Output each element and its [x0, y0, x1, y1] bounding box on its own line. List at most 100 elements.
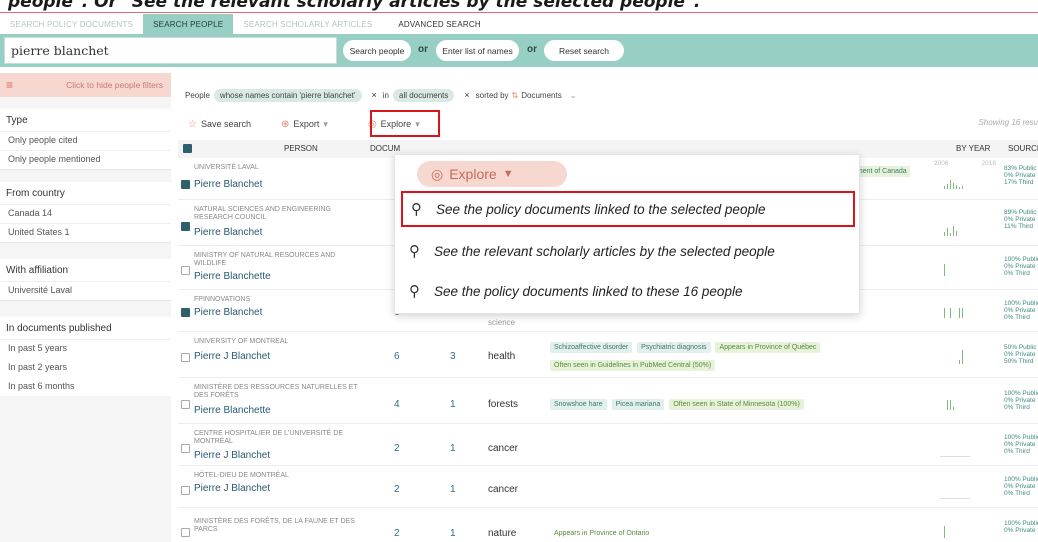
row-person-name[interactable]: Pierre Blanchet — [194, 307, 262, 318]
row-person-name[interactable]: Pierre Blanchet — [194, 227, 262, 238]
src-private: 0% Private — [1004, 483, 1036, 490]
row-tags: Schizoaffective disorder Psychiatric dia… — [550, 342, 823, 353]
save-search-button[interactable]: ☆ Save search — [188, 119, 251, 130]
filter-only-mentioned[interactable]: Only people mentioned — [0, 150, 171, 169]
tab-search-scholarly-articles[interactable]: SEARCH SCHOLARLY ARTICLES — [233, 14, 382, 34]
search-input[interactable]: pierre blanchet — [4, 37, 337, 64]
enter-list-button[interactable]: Enter list of names — [436, 40, 519, 61]
row-checkbox[interactable] — [181, 486, 190, 495]
documents-filter-chip[interactable]: all documents — [393, 88, 455, 102]
filter-past-2-years[interactable]: In past 2 years — [0, 358, 171, 377]
by-year-sparkline — [944, 222, 957, 236]
menu-item-policy-docs-selected[interactable]: ⚲ See the policy documents linked to the… — [401, 191, 855, 227]
filter-affiliation-laval[interactable]: Université Laval — [0, 281, 171, 300]
row-documents-count[interactable]: 4 — [394, 399, 400, 410]
name-filter-chip[interactable]: whose names contain 'pierre blanchet' — [213, 88, 362, 102]
chevron-down-icon[interactable]: ⌄ — [570, 91, 577, 100]
tag[interactable]: Often seen in State of Minnesota (100%) — [669, 399, 804, 410]
filter-group-title: Type — [6, 115, 28, 126]
tag[interactable]: Psychiatric diagnosis — [637, 342, 711, 353]
row-policies-count[interactable]: 1 — [450, 399, 456, 410]
row-topic[interactable]: cancer — [488, 484, 518, 495]
people-filters-sidebar: ≡ Click to hide people filters Type Only… — [0, 73, 171, 542]
hide-filters-toggle[interactable]: ≡ Click to hide people filters — [0, 73, 171, 97]
sort-value[interactable]: Documents — [521, 91, 561, 100]
row-checkbox[interactable] — [181, 444, 190, 453]
row-topic[interactable]: science — [488, 318, 515, 327]
row-checkbox[interactable] — [181, 180, 190, 189]
row-person-name[interactable]: Pierre Blanchette — [194, 271, 271, 282]
table-row[interactable]: UNIVERSITY OF MONTREAL Pierre J Blanchet… — [178, 332, 1038, 378]
row-checkbox[interactable] — [181, 308, 190, 317]
pin-icon: ⚲ — [409, 243, 420, 260]
row-person-name[interactable]: Pierre Blanchette — [194, 405, 271, 416]
table-row[interactable]: MINISTÈRE DES FORÊTS, DE LA FAUNE ET DES… — [178, 508, 1038, 542]
src-public: 100% Public — [1004, 520, 1038, 527]
row-checkbox[interactable] — [181, 353, 190, 362]
col-by-year[interactable]: BY YEAR — [956, 144, 990, 153]
remove-name-filter-icon[interactable]: × — [372, 90, 377, 100]
remove-documents-filter-icon[interactable]: × — [464, 90, 469, 100]
pin-icon: ⚲ — [411, 201, 422, 218]
src-third: 0% Third — [1004, 314, 1030, 321]
select-all-checkbox[interactable] — [183, 144, 192, 153]
row-source-breakdown: 100% Public 0% Private 0% Third — [1004, 256, 1038, 277]
row-person-name[interactable]: Pierre J Blanchet — [194, 351, 270, 362]
row-topic[interactable]: cancer — [488, 443, 518, 454]
tab-search-policy-documents[interactable]: SEARCH POLICY DOCUMENTS — [0, 14, 143, 34]
tab-search-people[interactable]: SEARCH PEOPLE — [143, 14, 234, 34]
search-people-button[interactable]: Search people — [343, 40, 411, 61]
col-source[interactable]: SOURCE — [1008, 144, 1038, 153]
filter-only-cited[interactable]: Only people cited — [0, 131, 171, 150]
row-policies-count[interactable]: 1 — [450, 484, 456, 495]
row-documents-count[interactable]: 2 — [394, 528, 400, 539]
tab-advanced-search[interactable]: ADVANCED SEARCH — [388, 14, 490, 34]
row-checkbox[interactable] — [181, 528, 190, 537]
tag[interactable]: Often seen in Guidelines in PubMed Centr… — [550, 360, 716, 371]
row-policies-count[interactable]: 3 — [450, 351, 456, 362]
or-separator-2: or — [527, 44, 537, 55]
col-documents[interactable]: DOCUM — [370, 144, 400, 153]
reset-search-button[interactable]: Reset search — [544, 40, 624, 61]
src-private: 0% Private — [1004, 172, 1036, 179]
menu-item-policy-docs-all[interactable]: ⚲ See the policy documents linked to the… — [401, 273, 855, 309]
export-button[interactable]: ⊕ Export ▾ — [281, 119, 328, 130]
filter-country-canada[interactable]: Canada 14 — [0, 204, 171, 223]
table-row[interactable]: CENTRE HOSPITALIER DE L'UNIVERSITÉ DE MO… — [178, 424, 1038, 466]
filter-group-title: From country — [6, 188, 65, 199]
src-public: 89% Public — [1004, 209, 1037, 216]
tag[interactable]: Picea mariana — [611, 399, 665, 410]
row-person-name[interactable]: Pierre J Blanchet — [194, 450, 270, 461]
row-checkbox[interactable] — [181, 266, 190, 275]
row-documents-count[interactable]: 6 — [394, 351, 400, 362]
src-public: 100% Public — [1004, 390, 1038, 397]
row-checkbox[interactable] — [181, 222, 190, 231]
row-person-name[interactable]: Pierre Blanchet — [194, 179, 262, 190]
pin-icon: ⚲ — [409, 283, 420, 300]
row-policies-count[interactable]: 1 — [450, 443, 456, 454]
explore-dropdown-toggle[interactable]: ◎ Explore ▼ — [417, 161, 567, 187]
row-tags: Snowshoe hare Picea mariana Often seen i… — [550, 399, 807, 410]
tag[interactable]: Appears in Province of Ontario — [550, 528, 653, 539]
row-topic[interactable]: forests — [488, 399, 518, 410]
tag[interactable]: Snowshoe hare — [550, 399, 607, 410]
row-documents-count[interactable]: 2 — [394, 484, 400, 495]
explore-dropdown-title: Explore — [449, 166, 497, 182]
table-row[interactable]: MINISTÈRE DES RESSOURCES NATURELLES ET D… — [178, 378, 1038, 424]
row-policies-count[interactable]: 1 — [450, 528, 456, 539]
tag[interactable]: Schizoaffective disorder — [550, 342, 633, 353]
table-row[interactable]: HÔTEL-DIEU DE MONTRÉAL Pierre J Blanchet… — [178, 466, 1038, 508]
filter-country-us[interactable]: United States 1 — [0, 223, 171, 242]
menu-item-scholarly-articles-selected[interactable]: ⚲ See the relevant scholarly articles by… — [401, 233, 855, 269]
row-person-name[interactable]: Pierre J Blanchet — [194, 483, 270, 494]
row-topic[interactable]: nature — [488, 528, 516, 539]
col-person[interactable]: PERSON — [284, 144, 318, 153]
row-checkbox[interactable] — [181, 400, 190, 409]
row-topic[interactable]: health — [488, 351, 515, 362]
row-organization: HÔTEL-DIEU DE MONTRÉAL — [194, 472, 289, 479]
filter-past-5-years[interactable]: In past 5 years — [0, 339, 171, 358]
row-documents-count[interactable]: 2 — [394, 443, 400, 454]
filter-past-6-months[interactable]: In past 6 months — [0, 377, 171, 396]
caret-down-icon: ▼ — [502, 168, 514, 180]
tag[interactable]: Appears in Province of Québec — [715, 342, 821, 353]
